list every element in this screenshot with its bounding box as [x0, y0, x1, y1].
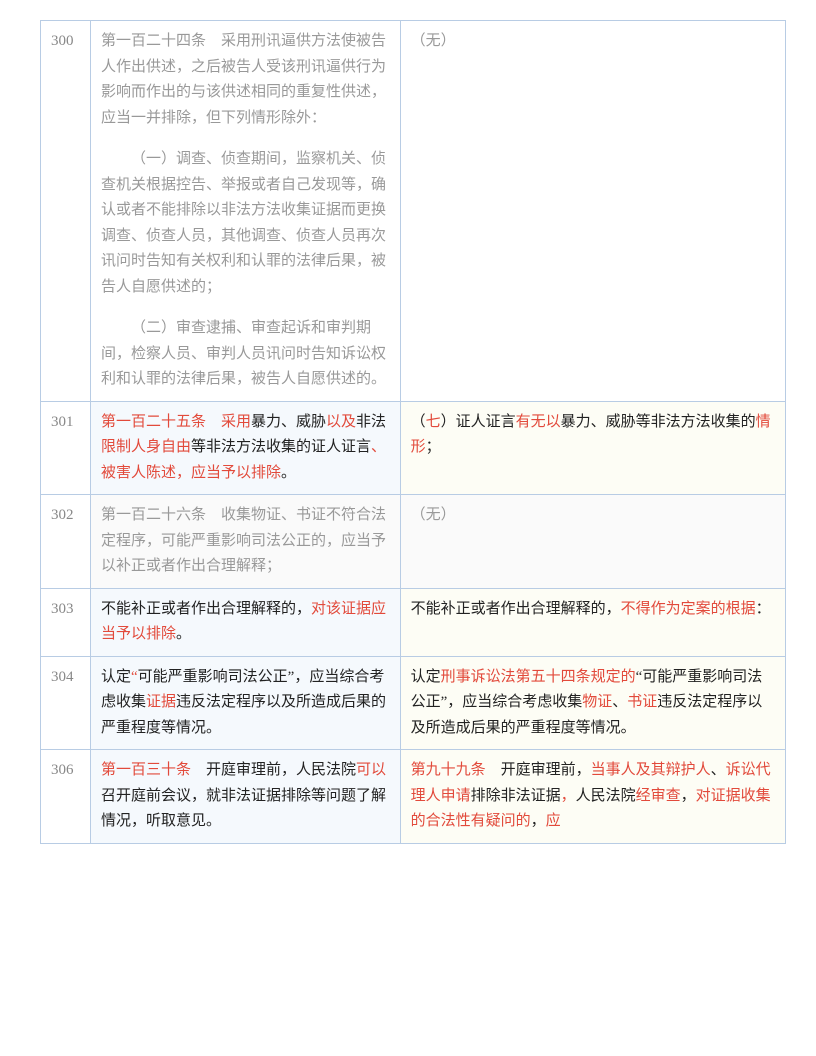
text-run: ： — [756, 601, 771, 617]
paragraph: 第一百二十五条 采用暴力、威胁以及非法限制人身自由等非法方法收集的证人证言、被害… — [101, 410, 390, 487]
text-cell: 第九十九条 开庭审理前，当事人及其辩护人、诉讼代理人申请排除非法证据，人民法院经… — [400, 750, 785, 844]
text-run: 不能补正或者作出合理解释的， — [101, 601, 311, 617]
text-run: 当事人及其辩护人 — [591, 762, 711, 778]
paragraph: （二）审查逮捕、审查起诉和审判期间，检察人员、审判人员讯问时告知诉讼权利和认罪的… — [101, 316, 390, 393]
text-run: ； — [426, 439, 441, 455]
text-run: 限制人身自由 — [101, 439, 191, 455]
comparison-table: 300第一百二十四条 采用刑讯逼供方法使被告人作出供述，之后被告人受该刑讯逼供行… — [40, 20, 786, 844]
row-number: 303 — [41, 588, 91, 656]
table-row: 304认定“可能严重影响司法公正”，应当综合考虑收集证据违反法定程序以及所造成后… — [41, 656, 786, 750]
text-run: ， — [531, 813, 546, 829]
table-row: 302第一百二十六条 收集物证、书证不符合法定程序，可能严重影响司法公正的，应当… — [41, 495, 786, 589]
text-run: 不得作为定案的根据 — [621, 601, 756, 617]
text-run: 有无以 — [516, 414, 561, 430]
paragraph: 不能补正或者作出合理解释的，不得作为定案的根据： — [411, 597, 775, 623]
paragraph: （七）证人证言有无以暴力、威胁等非法方法收集的情形； — [411, 410, 775, 461]
text-cell: 认定刑事诉讼法第五十四条规定的“可能严重影响司法公正”，应当综合考虑收集物证、书… — [400, 656, 785, 750]
text-run: （无） — [411, 507, 456, 523]
text-run: 召开庭前会议，就非法证据排除等问题了解情况，听取意见。 — [101, 788, 386, 830]
text-cell: 第一百二十六条 收集物证、书证不符合法定程序，可能严重影响司法公正的，应当予以补… — [90, 495, 400, 589]
text-run: （ — [411, 414, 426, 430]
text-run: 经审查 — [636, 788, 681, 804]
text-run: ， — [681, 788, 696, 804]
paragraph: 第一百二十四条 采用刑讯逼供方法使被告人作出供述，之后被告人受该刑讯逼供行为影响… — [101, 29, 390, 131]
text-cell: 不能补正或者作出合理解释的，对该证据应当予以排除。 — [90, 588, 400, 656]
row-number: 301 — [41, 401, 91, 495]
text-cell: 认定“可能严重影响司法公正”，应当综合考虑收集证据违反法定程序以及所造成后果的严… — [90, 656, 400, 750]
text-run: 。 — [176, 626, 191, 642]
text-run: 可以 — [356, 762, 386, 778]
text-run: 应 — [546, 813, 561, 829]
table-row: 306第一百三十条 开庭审理前，人民法院可以召开庭前会议，就非法证据排除等问题了… — [41, 750, 786, 844]
row-number: 304 — [41, 656, 91, 750]
text-run: 非法 — [356, 414, 386, 430]
row-number: 306 — [41, 750, 91, 844]
text-run: 以及 — [326, 414, 356, 430]
text-run: 开庭审理前， — [486, 762, 591, 778]
text-run: 物证 — [582, 694, 612, 710]
paragraph: 第九十九条 开庭审理前，当事人及其辩护人、诉讼代理人申请排除非法证据，人民法院经… — [411, 758, 775, 835]
paragraph: 第一百三十条 开庭审理前，人民法院可以召开庭前会议，就非法证据排除等问题了解情况… — [101, 758, 390, 835]
paragraph: 不能补正或者作出合理解释的，对该证据应当予以排除。 — [101, 597, 390, 648]
text-run: 第一百二十六条 收集物证、书证不符合法定程序，可能严重影响司法公正的，应当予以补… — [101, 507, 386, 574]
text-run: 排除非法证据 — [471, 788, 561, 804]
text-run: 书证 — [627, 694, 657, 710]
text-run: （一）调查、侦查期间，监察机关、侦查机关根据控告、举报或者自己发现等，确认或者不… — [101, 151, 386, 295]
text-run: ， — [561, 788, 576, 804]
text-run: 开庭审理前，人民法院 — [191, 762, 356, 778]
text-run: 刑事诉讼法第五十四条规定的 — [441, 669, 636, 685]
text-cell: （无） — [400, 21, 785, 402]
table-row: 303不能补正或者作出合理解释的，对该证据应当予以排除。不能补正或者作出合理解释… — [41, 588, 786, 656]
paragraph: （一）调查、侦查期间，监察机关、侦查机关根据控告、举报或者自己发现等，确认或者不… — [101, 147, 390, 300]
paragraph: （无） — [411, 29, 775, 55]
text-run: 人民法院 — [576, 788, 636, 804]
table-row: 300第一百二十四条 采用刑讯逼供方法使被告人作出供述，之后被告人受该刑讯逼供行… — [41, 21, 786, 402]
text-run: 。 — [281, 465, 296, 481]
text-cell: 第一百二十五条 采用暴力、威胁以及非法限制人身自由等非法方法收集的证人证言、被害… — [90, 401, 400, 495]
text-run: （无） — [411, 33, 456, 49]
row-number: 302 — [41, 495, 91, 589]
paragraph: （无） — [411, 503, 775, 529]
paragraph: 认定“可能严重影响司法公正”，应当综合考虑收集证据违反法定程序以及所造成后果的严… — [101, 665, 390, 742]
text-cell: 第一百三十条 开庭审理前，人民法院可以召开庭前会议，就非法证据排除等问题了解情况… — [90, 750, 400, 844]
text-cell: 第一百二十四条 采用刑讯逼供方法使被告人作出供述，之后被告人受该刑讯逼供行为影响… — [90, 21, 400, 402]
text-run: ）证人证言 — [441, 414, 516, 430]
text-cell: 不能补正或者作出合理解释的，不得作为定案的根据： — [400, 588, 785, 656]
text-run: 认定 — [411, 669, 441, 685]
text-run: “ — [131, 669, 138, 685]
table-row: 301 第一百二十五条 采用暴力、威胁以及非法限制人身自由等非法方法收集的证人证言… — [41, 401, 786, 495]
text-cell: （七）证人证言有无以暴力、威胁等非法方法收集的情形； — [400, 401, 785, 495]
text-run: 第一百三十条 — [101, 762, 191, 778]
text-run: 认定 — [101, 669, 131, 685]
text-run: 证据 — [146, 694, 176, 710]
text-run: 等非法方法收集的证人证言 — [191, 439, 371, 455]
text-run: 不能补正或者作出合理解释的， — [411, 601, 621, 617]
text-run: 第九十九条 — [411, 762, 486, 778]
row-number: 300 — [41, 21, 91, 402]
text-run: （二）审查逮捕、审查起诉和审判期间，检察人员、审判人员讯问时告知诉讼权利和认罪的… — [101, 320, 386, 387]
text-cell: （无） — [400, 495, 785, 589]
text-run: 第一百二十五条 采用 — [101, 414, 251, 430]
paragraph: 认定刑事诉讼法第五十四条规定的“可能严重影响司法公正”，应当综合考虑收集物证、书… — [411, 665, 775, 742]
text-run: 、 — [711, 762, 726, 778]
text-run: 第一百二十四条 采用刑讯逼供方法使被告人作出供述，之后被告人受该刑讯逼供行为影响… — [101, 33, 386, 126]
text-run: 暴力、威胁 — [251, 414, 326, 430]
text-run: 七 — [426, 414, 441, 430]
paragraph: 第一百二十六条 收集物证、书证不符合法定程序，可能严重影响司法公正的，应当予以补… — [101, 503, 390, 580]
text-run: 暴力、威胁等非法方法收集的 — [561, 414, 756, 430]
text-run: 、 — [612, 694, 627, 710]
